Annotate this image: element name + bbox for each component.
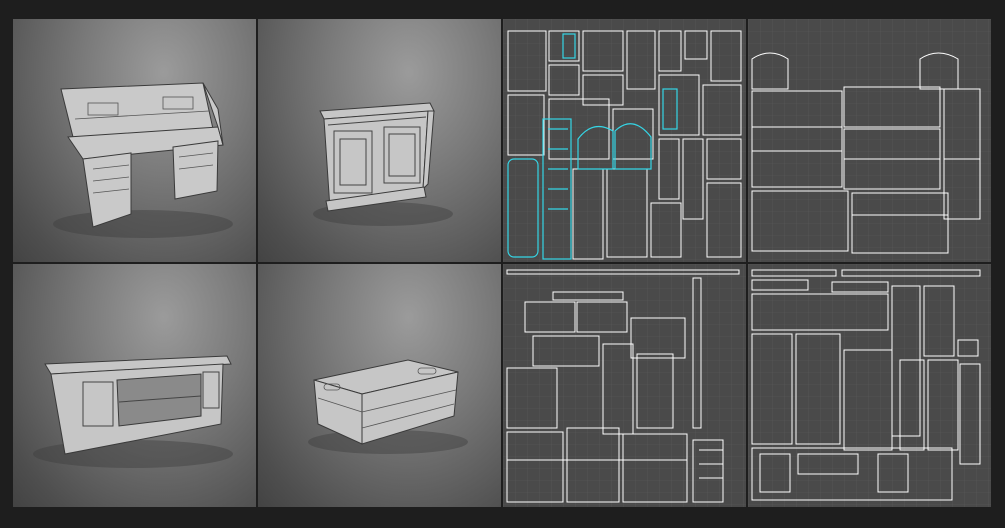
uv-map-tv-stand[interactable]	[503, 264, 746, 507]
render-cabinet[interactable]	[258, 19, 501, 262]
uv-layout-crate-icon	[748, 264, 991, 507]
tv-stand-wireframe-icon	[33, 355, 233, 468]
cabinet-wireframe-icon	[313, 102, 453, 226]
render-desk[interactable]	[13, 19, 256, 262]
image-grid	[13, 19, 991, 507]
uv-map-crate[interactable]	[748, 264, 991, 507]
uv-layout-cabinet-icon	[748, 19, 991, 262]
uv-map-desk[interactable]	[503, 19, 746, 262]
crate-wireframe-icon	[308, 359, 468, 454]
render-crate[interactable]	[258, 264, 501, 507]
uv-layout-desk-icon	[503, 19, 746, 262]
render-tv-stand[interactable]	[13, 264, 256, 507]
desk-wireframe-icon	[53, 82, 233, 238]
uv-map-cabinet[interactable]	[748, 19, 991, 262]
uv-layout-tv-stand-icon	[503, 264, 746, 507]
